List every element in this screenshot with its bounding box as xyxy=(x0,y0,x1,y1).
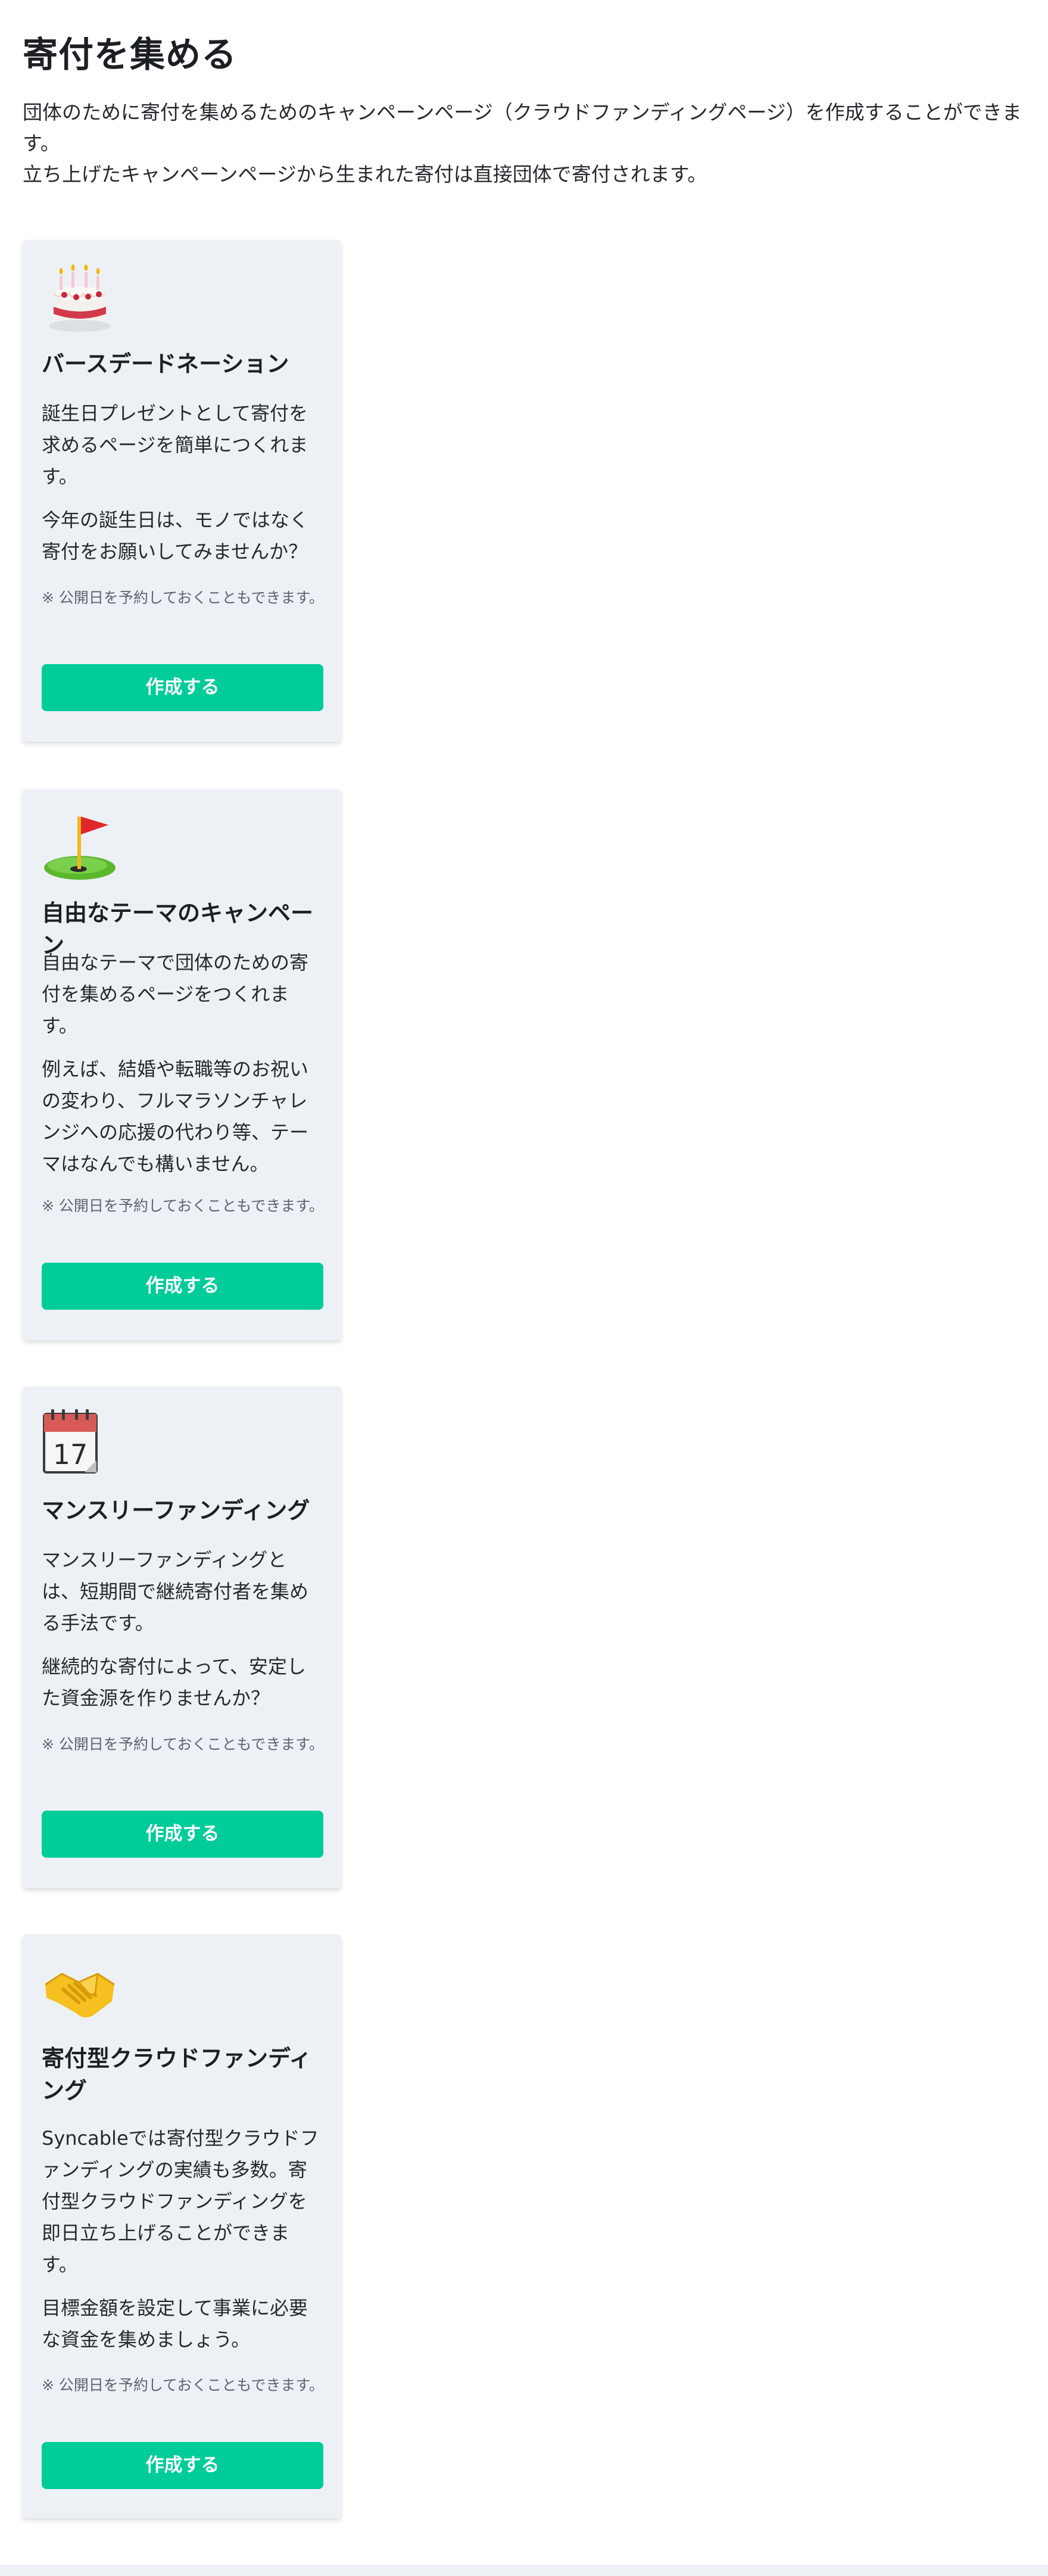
card-description: 誕生日プレゼントとして寄付を求めるページを簡単につくれます。 今年の誕生日は、モ… xyxy=(42,398,325,568)
card-title: マンスリーファンディング xyxy=(42,1497,310,1524)
card-paragraph: 継続的な寄付によって、安定した資金源を作りませんか？ xyxy=(42,1655,306,1709)
intro-line: 団体のために寄付を集めるためのキャンペーンページ（クラウドファンディングページ）… xyxy=(23,101,1022,155)
card-note: ※ 公開日を予約しておくこともできます。 xyxy=(42,1736,324,1753)
card-description: Syncableでは寄付型クラウドファンディングの実績も多数。寄付型クラウドファ… xyxy=(42,2123,325,2356)
birthday-cake-icon xyxy=(49,264,111,332)
card-paragraph: Syncableでは寄付型クラウドファンディングの実績も多数。寄付型クラウドファ… xyxy=(42,2127,319,2276)
intro-line: 立ち上げたキャンペーンページから生まれた寄付は直接団体で寄付されます。 xyxy=(23,163,707,186)
footer-band xyxy=(0,2565,1048,2576)
card-birthday-donation: バースデードネーション 誕生日プレゼントとして寄付を求めるページを簡単につくれま… xyxy=(23,240,341,742)
card-description: マンスリーファンディングとは、短期間で継続寄付者を集める手法です。 継続的な寄付… xyxy=(42,1544,325,1714)
card-paragraph: 自由なテーマで団体のための寄付を集めるページをつくれます。 xyxy=(42,951,309,1037)
golf-flag-icon xyxy=(44,817,116,880)
card-monthly-funding: 17 マンスリーファンディング マンスリーファンディングとは、短期間で継続寄付者… xyxy=(23,1387,341,1888)
card-paragraph: 目標金額を設定して事業に必要な資金を集めましょう。 xyxy=(42,2297,308,2351)
page-intro: 団体のために寄付を集めるためのキャンペーンページ（クラウドファンディングページ）… xyxy=(23,97,1035,190)
calendar-day: 17 xyxy=(53,1438,88,1471)
card-paragraph: 今年の誕生日は、モノではなく寄付をお願いしてみませんか？ xyxy=(42,509,309,563)
page-title: 寄付を集める xyxy=(23,34,238,75)
card-description: 自由なテーマで団体のための寄付を集めるページをつくれます。 例えば、結婚や転職等… xyxy=(42,947,325,1180)
card-paragraph: マンスリーファンディングとは、短期間で継続寄付者を集める手法です。 xyxy=(42,1549,309,1634)
handshake-icon xyxy=(45,1973,115,2018)
card-donation-crowdfunding: 寄付型クラウドファンディング Syncableでは寄付型クラウドファンディングの… xyxy=(23,1935,341,2518)
card-free-theme-campaign: 自由なテーマのキャンペーン 自由なテーマで団体のための寄付を集めるページをつくれ… xyxy=(23,789,341,1340)
create-birthday-donation-button[interactable]: 作成する xyxy=(42,664,323,711)
card-paragraph: 例えば、結婚や転職等のお祝いの変わり、フルマラソンチャレンジへの応援の代わり等、… xyxy=(42,1058,309,1175)
card-title: バースデードネーション xyxy=(42,351,289,377)
create-donation-crowdfunding-button[interactable]: 作成する xyxy=(42,2442,323,2489)
create-free-theme-campaign-button[interactable]: 作成する xyxy=(42,1263,323,1310)
card-note: ※ 公開日を予約しておくこともできます。 xyxy=(42,589,324,606)
create-monthly-funding-button[interactable]: 作成する xyxy=(42,1811,323,1858)
calendar-icon: 17 xyxy=(43,1409,98,1474)
card-paragraph: 誕生日プレゼントとして寄付を求めるページを簡単につくれます。 xyxy=(42,402,308,488)
card-note: ※ 公開日を予約しておくこともできます。 xyxy=(42,1197,324,1214)
card-title: 寄付型クラウドファンディング xyxy=(42,2045,312,2104)
card-note: ※ 公開日を予約しておくこともできます。 xyxy=(42,2376,324,2394)
